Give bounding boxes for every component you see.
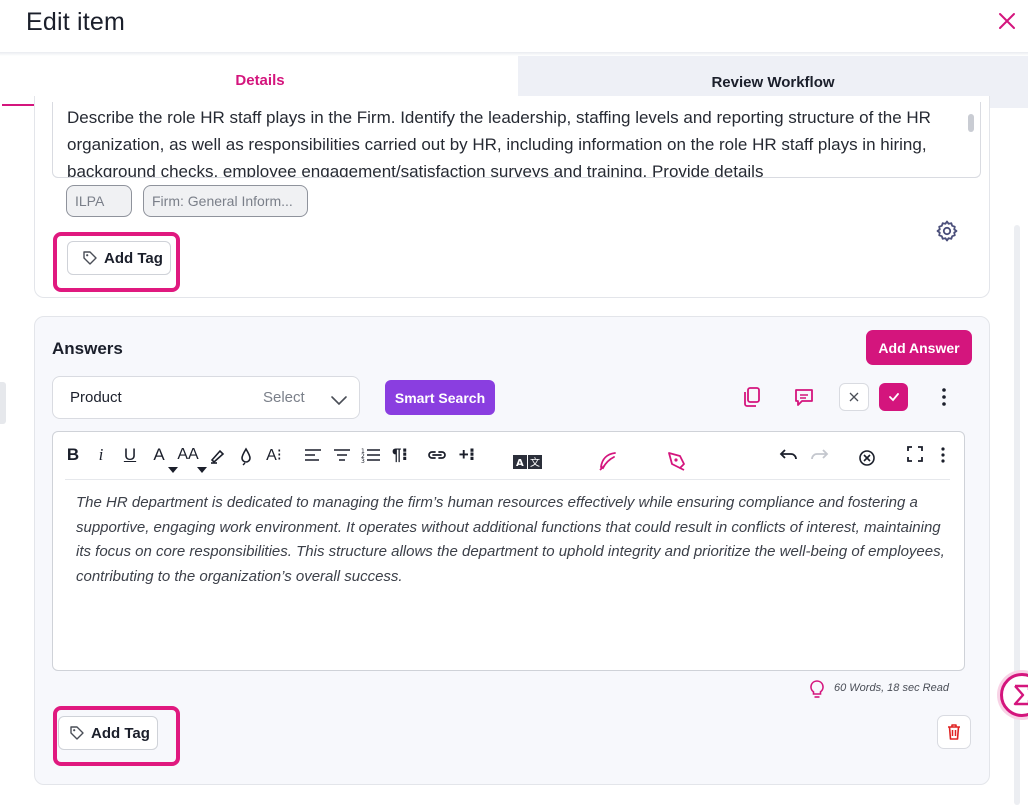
question-text-box[interactable]: Describe the role HR staff plays in the … xyxy=(52,102,981,178)
tag-chip[interactable]: ILPA xyxy=(66,185,132,217)
product-select-value[interactable]: Select xyxy=(263,389,305,406)
align-center-icon[interactable] xyxy=(333,447,351,463)
underline-button[interactable]: U xyxy=(122,444,138,466)
add-answer-button[interactable]: Add Answer xyxy=(866,330,972,365)
fullscreen-icon[interactable] xyxy=(907,446,923,462)
more-vertical-icon[interactable] xyxy=(936,446,950,464)
x-icon xyxy=(849,392,859,402)
paragraph-format-button[interactable]: ¶⁝ xyxy=(389,444,411,466)
check-icon xyxy=(888,393,899,402)
align-left-icon[interactable] xyxy=(304,447,322,463)
tag-icon xyxy=(70,726,84,740)
gear-icon[interactable] xyxy=(935,219,959,243)
more-vertical-icon[interactable] xyxy=(936,386,952,408)
sigma-icon xyxy=(1013,684,1028,706)
close-icon[interactable] xyxy=(996,10,1018,32)
approve-button[interactable] xyxy=(879,383,908,411)
ordered-list-icon[interactable]: 123 xyxy=(361,446,381,464)
trash-icon xyxy=(948,724,960,740)
link-icon[interactable] xyxy=(427,447,447,463)
svg-text:3: 3 xyxy=(361,458,365,464)
copy-icon[interactable] xyxy=(742,386,762,408)
add-tag-button[interactable]: Add Tag xyxy=(67,241,171,275)
svg-text:文: 文 xyxy=(530,456,540,469)
page-scrollbar[interactable] xyxy=(1014,225,1020,805)
bold-button[interactable]: B xyxy=(66,444,80,466)
redo-icon[interactable] xyxy=(809,448,829,464)
italic-button[interactable]: i xyxy=(95,444,107,466)
answer-text[interactable]: The HR department is dedicated to managi… xyxy=(76,491,948,589)
question-text: Describe the role HR staff plays in the … xyxy=(67,108,931,178)
dialog-title: Edit item xyxy=(26,8,126,36)
line-height-button[interactable]: A⁝ xyxy=(264,444,284,466)
question-scrollbar[interactable] xyxy=(968,114,974,132)
clear-format-icon[interactable] xyxy=(858,449,876,467)
tag-chip[interactable]: Firm: General Inform... xyxy=(143,185,308,217)
undo-icon[interactable] xyxy=(779,448,799,464)
font-size-button[interactable]: AA xyxy=(176,444,200,466)
smart-search-button[interactable]: Smart Search xyxy=(385,380,495,415)
chevron-down-icon[interactable] xyxy=(330,393,348,407)
insert-more-button[interactable]: +⁝ xyxy=(456,444,478,466)
bulb-icon xyxy=(808,679,826,699)
feather-icon[interactable] xyxy=(597,450,619,472)
delete-answer-button[interactable] xyxy=(937,715,971,749)
add-tag-label: Add Tag xyxy=(91,724,150,742)
product-label: Product xyxy=(70,389,122,406)
comment-icon[interactable] xyxy=(793,386,815,408)
sigma-assistant-button[interactable] xyxy=(1000,673,1028,717)
caret-down-icon xyxy=(197,467,207,473)
font-color-button[interactable]: A xyxy=(151,444,167,466)
svg-text:A: A xyxy=(516,458,524,469)
answers-title: Answers xyxy=(52,339,123,358)
pen-icon[interactable] xyxy=(666,450,688,472)
add-tag-label: Add Tag xyxy=(104,249,163,267)
translate-icon[interactable]: A文 xyxy=(513,454,543,470)
word-count: 60 Words, 18 sec Read xyxy=(834,682,949,694)
color-fill-icon[interactable] xyxy=(238,446,254,468)
tag-icon xyxy=(83,251,97,265)
resize-handle[interactable] xyxy=(0,382,6,424)
edit-item-dialog: Edit item Review Workflow Details Descri… xyxy=(0,0,1028,807)
reject-button[interactable] xyxy=(839,383,869,411)
add-tag-button[interactable]: Add Tag xyxy=(58,716,158,750)
caret-down-icon xyxy=(168,467,178,473)
toolbar-divider xyxy=(65,479,950,480)
highlight-icon[interactable] xyxy=(208,446,226,466)
